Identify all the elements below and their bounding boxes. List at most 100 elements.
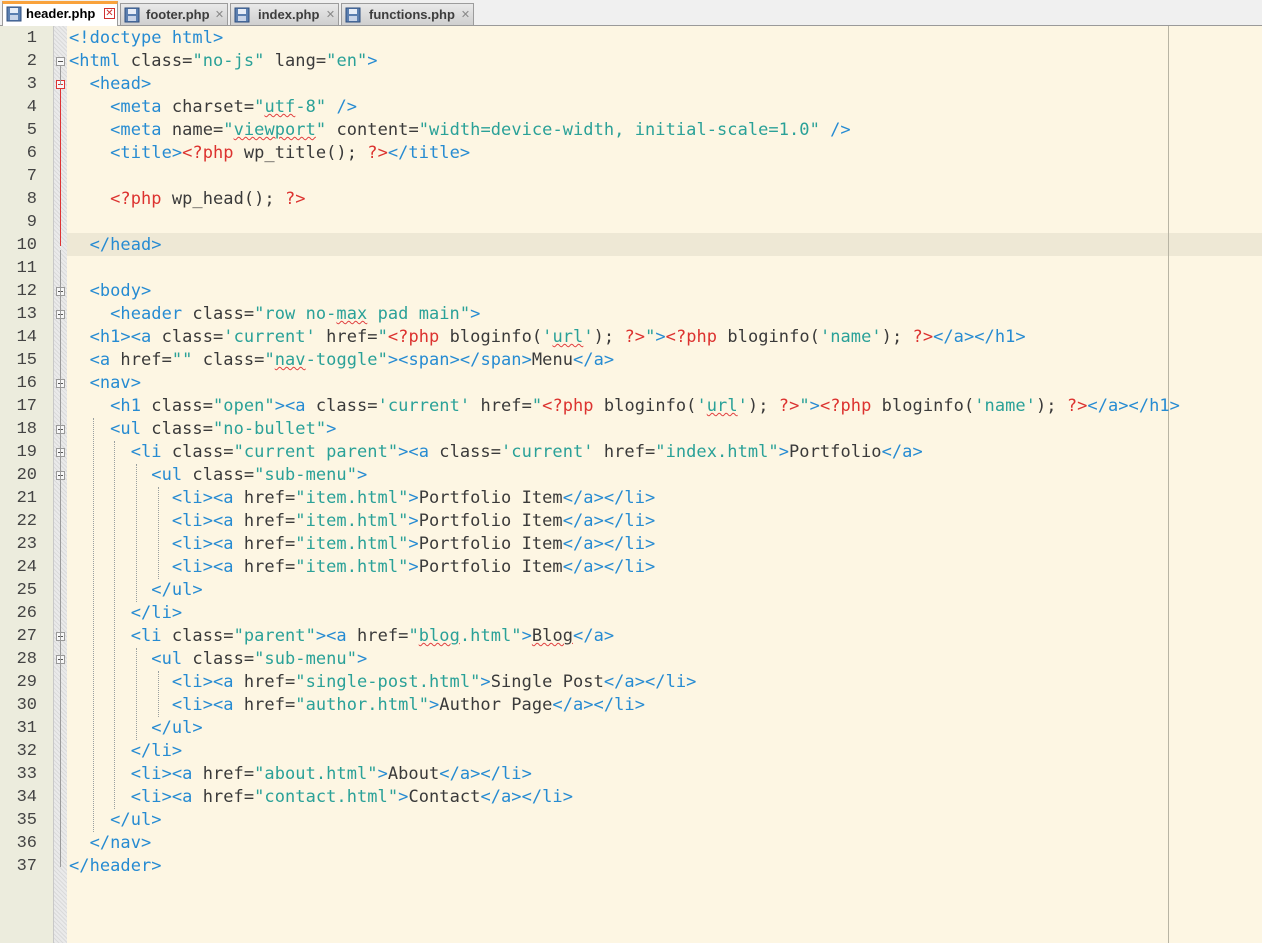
code-line[interactable]: <ul class="no-bullet"> xyxy=(69,418,336,441)
code-line[interactable]: <li class="current parent"><a class='cur… xyxy=(69,441,923,464)
code-line[interactable]: <h1 class="open"><a class='current' href… xyxy=(69,395,1180,418)
code-line[interactable]: <head> xyxy=(69,73,152,96)
code-token: "sub-menu" xyxy=(254,465,357,485)
fold-minus-icon[interactable] xyxy=(56,57,65,66)
code-token: "row no- xyxy=(254,304,337,324)
line-number: 28 xyxy=(16,650,37,669)
code-line[interactable]: <li><a href="contact.html">Contact</a></… xyxy=(69,786,573,809)
code-token: <a xyxy=(69,350,111,370)
code-line[interactable]: <meta name="viewport" content="width=dev… xyxy=(69,119,851,142)
code-line[interactable]: <title><?php wp_title(); ?></title> xyxy=(69,142,470,165)
code-line[interactable]: <h1><a class='current' href="<?php blogi… xyxy=(69,326,1026,349)
code-token: <ul xyxy=(69,649,183,669)
code-token: ); xyxy=(747,396,779,416)
code-token: bloginfo( xyxy=(871,396,975,416)
code-token: ?> xyxy=(367,143,388,163)
code-token: .html" xyxy=(459,626,522,646)
code-token: </a> xyxy=(881,442,923,462)
code-line[interactable]: <!doctype html> xyxy=(69,27,223,50)
tab-functions-php[interactable]: functions.php ✕ xyxy=(341,3,474,25)
code-line[interactable]: <body> xyxy=(69,280,152,303)
code-token: "item.html" xyxy=(295,557,409,577)
tab-label: footer.php xyxy=(146,7,210,22)
code-line[interactable]: <a href="" class="nav-toggle"><span></sp… xyxy=(69,349,615,372)
code-line[interactable]: </ul> xyxy=(69,809,162,832)
tab-header-php[interactable]: header.php ✕ xyxy=(2,1,118,26)
code-token: /> xyxy=(819,120,851,140)
code-token: Contact xyxy=(408,787,481,807)
code-token: <body> xyxy=(69,281,152,301)
close-icon[interactable]: ✕ xyxy=(104,8,115,19)
indent-guide xyxy=(157,671,160,717)
code-token: </a></li> xyxy=(552,695,645,715)
code-token: ' xyxy=(542,327,553,347)
code-token: "width=device-width, initial-scale=1.0" xyxy=(418,120,820,140)
close-icon[interactable]: ✕ xyxy=(460,9,471,20)
code-token: </a></li> xyxy=(439,764,532,784)
tab-footer-php[interactable]: footer.php ✕ xyxy=(120,3,228,25)
code-token: " xyxy=(254,97,265,117)
code-token: class= xyxy=(429,442,501,462)
line-number: 15 xyxy=(16,351,37,370)
code-token: > xyxy=(655,327,666,347)
indent-guide xyxy=(114,441,116,809)
line-number: 16 xyxy=(16,374,37,393)
code-token: class= xyxy=(305,396,378,416)
fold-range-line xyxy=(60,66,61,85)
tab-label: functions.php xyxy=(369,7,455,22)
code-token: <?php xyxy=(69,189,162,209)
code-token: 'current' xyxy=(377,396,471,416)
code-line[interactable]: </li> xyxy=(69,602,182,625)
current-line-highlight xyxy=(67,233,1262,256)
code-token: class= xyxy=(141,419,213,439)
floppy-disk-icon xyxy=(124,7,140,23)
line-number: 24 xyxy=(16,558,37,577)
line-number: 23 xyxy=(16,535,37,554)
code-token: class= xyxy=(120,51,193,71)
line-number: 33 xyxy=(16,765,37,784)
code-token: > xyxy=(408,557,419,577)
code-token: pad main" xyxy=(367,304,471,324)
code-token: charset= xyxy=(161,97,255,117)
code-token: "" xyxy=(171,350,193,370)
code-line[interactable]: <li><a href="single-post.html">Single Po… xyxy=(69,671,697,694)
close-icon[interactable]: ✕ xyxy=(325,9,336,20)
code-token: class= xyxy=(182,649,255,669)
code-token: ' xyxy=(696,396,707,416)
spelling-error-token: url xyxy=(552,327,584,347)
code-line[interactable]: <meta charset="utf-8" /> xyxy=(69,96,357,119)
code-token: ); xyxy=(881,327,913,347)
code-line[interactable]: <html class="no-js" lang="en"> xyxy=(69,50,378,73)
close-icon[interactable]: ✕ xyxy=(214,9,225,20)
code-token: </a></h1> xyxy=(933,327,1026,347)
line-number: 34 xyxy=(16,788,37,807)
indent-guide xyxy=(157,487,160,579)
code-line[interactable]: <nav> xyxy=(69,372,141,395)
code-line[interactable]: <li><a href="author.html">Author Page</a… xyxy=(69,694,645,717)
code-line[interactable]: <?php wp_head(); ?> xyxy=(69,188,306,211)
code-token: ?> xyxy=(285,189,306,209)
tab-index-php[interactable]: index.php ✕ xyxy=(230,3,339,25)
code-token: 'name' xyxy=(819,327,882,347)
code-token: <?php xyxy=(542,396,594,416)
line-number: 31 xyxy=(16,719,37,738)
code-line[interactable]: </nav> xyxy=(69,832,152,855)
line-number: 6 xyxy=(26,144,37,163)
code-line[interactable]: </head> xyxy=(69,234,162,257)
code-line[interactable]: <li><a href="about.html">About</a></li> xyxy=(69,763,532,786)
code-line[interactable]: </header> xyxy=(69,855,162,878)
code-token: </a></li> xyxy=(562,511,656,531)
code-token: </a></li> xyxy=(562,488,656,508)
code-line[interactable]: </li> xyxy=(69,740,182,763)
code-line[interactable]: <header class="row no-max pad main"> xyxy=(69,303,480,326)
code-token: " xyxy=(531,396,543,416)
code-token: "single-post.html" xyxy=(295,672,481,692)
code-token: href= xyxy=(593,442,656,462)
code-token: ' xyxy=(583,327,594,347)
tab-label: index.php xyxy=(258,7,320,22)
code-token: class= xyxy=(141,396,213,416)
code-token: </title> xyxy=(387,143,471,163)
code-token: > xyxy=(809,396,820,416)
code-line[interactable]: <li class="parent"><a href="blog.html">B… xyxy=(69,625,614,648)
line-number: 14 xyxy=(16,328,37,347)
